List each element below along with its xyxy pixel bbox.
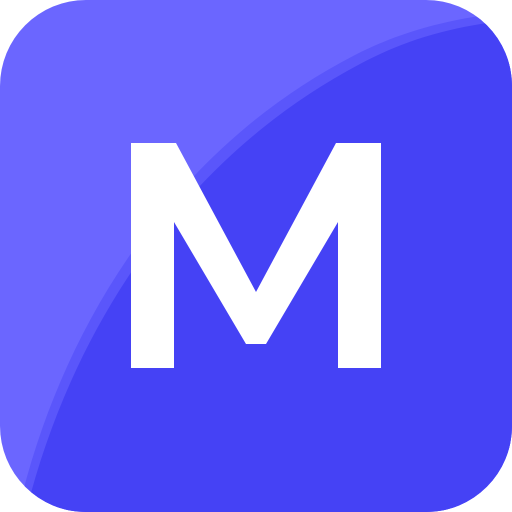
app-icon-graphic bbox=[0, 0, 512, 512]
app-icon bbox=[0, 0, 512, 512]
